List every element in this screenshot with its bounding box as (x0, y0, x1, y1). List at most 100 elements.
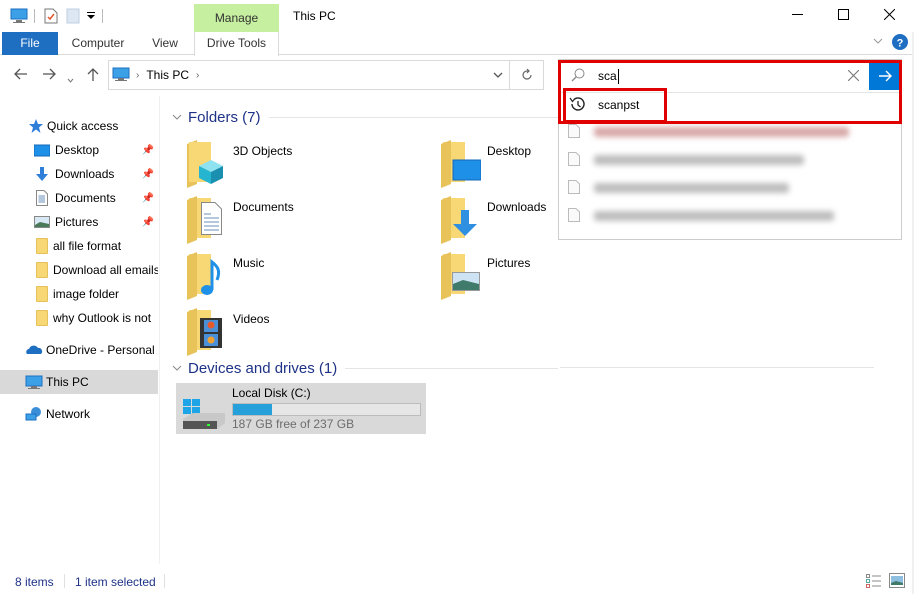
nav-network[interactable]: Network (0, 402, 158, 426)
qat-separator (102, 9, 103, 23)
folder-tile-pictures[interactable]: Pictures (441, 252, 691, 306)
address-history-dropdown[interactable] (493, 68, 503, 82)
folder-tile-3d-objects[interactable]: 3D Objects (187, 140, 437, 194)
folder-tile-downloads[interactable]: Downloads (441, 196, 691, 250)
back-arrow-icon (14, 68, 27, 80)
expand-ribbon-icon[interactable] (873, 37, 883, 48)
search-input[interactable]: sca (598, 69, 619, 84)
folder-tile-music[interactable]: Music (187, 252, 437, 306)
pictures-icon (441, 252, 481, 300)
videos-icon (187, 308, 227, 356)
group-title: Folders (7) (188, 108, 261, 126)
status-bar: 8 items 1 item selected (0, 570, 914, 594)
pin-icon[interactable]: 📌 (142, 145, 154, 156)
breadcrumb-separator-icon[interactable]: › (136, 70, 139, 81)
group-header-devices[interactable]: Devices and drives (1) (168, 358, 558, 378)
address-bar[interactable]: › This PC › (108, 60, 510, 90)
suggestion-label: scanpst (598, 98, 640, 112)
folder-tile-desktop[interactable]: Desktop (441, 140, 691, 194)
nav-this-pc[interactable]: This PC (0, 370, 158, 394)
details-view-button[interactable] (866, 574, 882, 591)
minimize-icon (791, 9, 803, 23)
breadcrumb-separator-icon[interactable]: › (196, 70, 199, 81)
nav-item-documents[interactable]: Documents 📌 (0, 186, 158, 210)
nav-item-folder[interactable]: why Outlook is not (0, 306, 158, 330)
folder-label: Pictures (487, 256, 531, 270)
folder-label: Videos (233, 312, 270, 326)
chevron-down-icon (67, 78, 74, 83)
back-button[interactable] (14, 68, 28, 84)
search-go-button[interactable] (869, 62, 901, 90)
nav-item-folder[interactable]: all file format (0, 234, 158, 258)
local-disk-icon (181, 397, 227, 434)
nav-item-desktop[interactable]: Desktop 📌 (0, 138, 158, 162)
nav-label: Documents (55, 191, 116, 205)
properties-icon[interactable] (44, 8, 58, 27)
folder-tile-videos[interactable]: Videos (187, 308, 437, 362)
close-icon (847, 69, 860, 82)
folder-icon (36, 238, 48, 254)
tab-drive-tools[interactable]: Drive Tools (194, 32, 279, 56)
close-button[interactable] (866, 0, 912, 32)
new-folder-icon[interactable] (66, 8, 80, 27)
navigation-pane: Quick access Desktop 📌 Downloads 📌 Docum… (0, 96, 160, 564)
title-bar: Manage This PC (0, 0, 914, 33)
maximize-button[interactable] (820, 0, 866, 32)
suggestion-scanpst[interactable]: scanpst (568, 93, 668, 117)
clear-search-button[interactable] (847, 69, 860, 84)
nav-item-folder[interactable]: Download all emails (0, 258, 158, 282)
this-pc-icon (112, 66, 130, 85)
arrow-right-icon (879, 70, 892, 82)
drive-free-space: 187 GB free of 237 GB (232, 417, 355, 431)
downloads-icon (34, 166, 50, 182)
nav-label: Download all emails (53, 263, 158, 277)
search-icon (571, 68, 585, 85)
nav-onedrive[interactable]: OneDrive - Personal (0, 338, 158, 362)
help-icon[interactable]: ? (892, 34, 908, 53)
customize-qat-icon[interactable] (87, 10, 95, 24)
music-icon (187, 252, 227, 300)
folder-icon (36, 286, 48, 302)
up-button[interactable] (87, 68, 99, 86)
tab-computer[interactable]: Computer (62, 32, 134, 55)
nav-item-downloads[interactable]: Downloads 📌 (0, 162, 158, 186)
folder-label: Desktop (487, 144, 532, 158)
status-item-count: 8 items (15, 575, 54, 589)
refresh-icon (521, 68, 532, 80)
group-title: Devices and drives (1) (188, 359, 338, 377)
folder-tile-documents[interactable]: Documents (187, 196, 437, 250)
divider (268, 116, 558, 118)
nav-quick-access[interactable]: Quick access (0, 114, 158, 138)
pin-icon[interactable]: 📌 (142, 169, 154, 180)
divider (345, 367, 558, 369)
minimize-button[interactable] (774, 0, 820, 32)
large-icons-view-button[interactable] (889, 573, 905, 591)
nav-label: Pictures (55, 215, 99, 229)
blurred-text (594, 127, 849, 137)
pin-icon[interactable]: 📌 (142, 193, 154, 204)
documents-icon (34, 190, 50, 206)
history-icon (568, 95, 586, 116)
pin-icon[interactable]: 📌 (142, 217, 154, 228)
nav-item-folder[interactable]: image folder (0, 282, 158, 306)
nav-label: This PC (46, 375, 89, 389)
refresh-button[interactable] (510, 60, 544, 90)
downloads-icon (441, 196, 481, 244)
recent-locations-button[interactable] (67, 71, 74, 87)
nav-item-pictures[interactable]: Pictures 📌 (0, 210, 158, 234)
search-box[interactable]: sca (561, 62, 901, 90)
breadcrumb-this-pc[interactable]: This PC (146, 68, 189, 82)
group-header-folders[interactable]: Folders (7) (168, 107, 558, 127)
this-pc-icon (25, 374, 43, 390)
quick-access-star-icon (28, 118, 44, 134)
tab-view[interactable]: View (140, 32, 190, 55)
folder-icon (36, 262, 48, 278)
manage-tab-group: Manage (194, 4, 279, 33)
divider (560, 367, 874, 368)
large-icons-view-icon (889, 573, 905, 588)
drive-tile-local-disk-c[interactable]: Local Disk (C:) 187 GB free of 237 GB (176, 383, 426, 434)
forward-button[interactable] (42, 68, 56, 84)
chevron-down-icon (172, 111, 182, 123)
tab-file[interactable]: File (2, 32, 58, 55)
folder-label: Downloads (487, 200, 547, 214)
